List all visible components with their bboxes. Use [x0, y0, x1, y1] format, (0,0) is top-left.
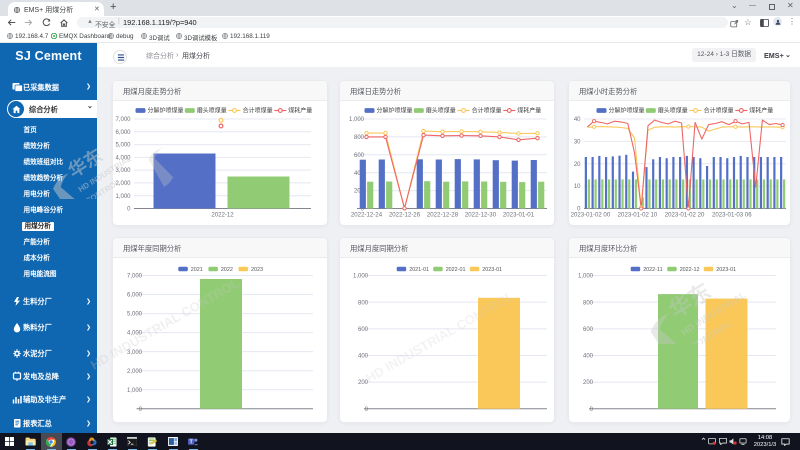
svg-text:5,000: 5,000 [127, 312, 143, 318]
svg-text:0: 0 [365, 407, 369, 413]
svg-text:合计喷煤量: 合计喷煤量 [704, 107, 734, 115]
svg-text:2023-01-02 00: 2023-01-02 00 [571, 212, 611, 219]
svg-text:2022-12: 2022-12 [211, 212, 234, 219]
svg-text:2023-01-02 10: 2023-01-02 10 [618, 212, 658, 219]
svg-text:600: 600 [583, 327, 594, 333]
svg-text:2022-12-26: 2022-12-26 [389, 212, 421, 219]
svg-text:2022-12: 2022-12 [680, 267, 700, 273]
svg-text:2022-12-30: 2022-12-30 [465, 212, 497, 219]
svg-text:800: 800 [358, 300, 369, 306]
svg-text:0: 0 [127, 207, 131, 213]
svg-text:2023: 2023 [251, 267, 263, 273]
svg-text:2023-01: 2023-01 [482, 267, 502, 273]
svg-text:800: 800 [354, 135, 365, 141]
svg-text:2,000: 2,000 [127, 369, 143, 375]
svg-text:7,000: 7,000 [127, 274, 143, 280]
svg-text:1,000: 1,000 [353, 274, 369, 280]
svg-text:2022-01: 2022-01 [446, 267, 466, 273]
svg-text:600: 600 [354, 153, 365, 159]
svg-text:3,000: 3,000 [115, 168, 131, 174]
svg-text:分解炉喷煤量: 分解炉喷煤量 [377, 107, 413, 115]
svg-text:6,000: 6,000 [127, 293, 143, 299]
svg-text:200: 200 [358, 380, 369, 386]
svg-text:6,000: 6,000 [115, 130, 131, 136]
svg-text:2023-01-01: 2023-01-01 [503, 212, 535, 219]
svg-text:0: 0 [139, 407, 143, 413]
svg-text:2022-12-28: 2022-12-28 [427, 212, 459, 219]
svg-text:1,000: 1,000 [349, 117, 365, 123]
svg-text:磨头喷煤量: 磨头喷煤量 [426, 107, 456, 115]
svg-text:2023-01-03 06: 2023-01-03 06 [712, 212, 752, 219]
svg-text:合计喷煤量: 合计喷煤量 [472, 107, 502, 115]
svg-text:30: 30 [574, 139, 581, 145]
svg-text:2022-11: 2022-11 [643, 267, 662, 273]
svg-text:分解炉喷煤量: 分解炉喷煤量 [609, 107, 645, 115]
svg-text:1,000: 1,000 [127, 388, 143, 394]
svg-text:3,000: 3,000 [127, 350, 143, 356]
svg-text:4,000: 4,000 [127, 331, 143, 337]
svg-text:合计喷煤量: 合计喷煤量 [243, 107, 273, 115]
svg-text:磨头喷煤量: 磨头喷煤量 [197, 107, 227, 115]
svg-text:2,000: 2,000 [115, 181, 131, 187]
svg-text:10: 10 [574, 184, 581, 190]
svg-text:煤耗产量: 煤耗产量 [749, 107, 773, 115]
svg-text:2021-01: 2021-01 [409, 267, 429, 273]
svg-text:2023-01: 2023-01 [716, 267, 736, 273]
svg-text:0: 0 [590, 407, 594, 413]
svg-text:2022-12-24: 2022-12-24 [351, 212, 383, 219]
svg-text:40: 40 [574, 117, 581, 123]
svg-text:400: 400 [583, 354, 594, 360]
svg-text:1,000: 1,000 [578, 274, 594, 280]
svg-text:5,000: 5,000 [115, 143, 131, 149]
svg-text:分解炉喷煤量: 分解炉喷煤量 [148, 107, 184, 115]
svg-text:2021: 2021 [191, 267, 203, 273]
svg-text:煤耗产量: 煤耗产量 [288, 107, 312, 115]
svg-text:2022: 2022 [221, 267, 233, 273]
svg-text:200: 200 [583, 380, 594, 386]
svg-text:T: T [190, 439, 193, 445]
svg-text:煤耗产量: 煤耗产量 [517, 107, 541, 115]
svg-text:600: 600 [358, 327, 369, 333]
svg-text:400: 400 [358, 354, 369, 360]
svg-text:20: 20 [574, 162, 581, 168]
svg-text:2023-01-02 20: 2023-01-02 20 [665, 212, 705, 219]
svg-text:1,000: 1,000 [115, 194, 131, 200]
svg-text:7,000: 7,000 [115, 117, 131, 123]
svg-text:磨头喷煤量: 磨头喷煤量 [658, 107, 688, 115]
svg-text:4,000: 4,000 [115, 155, 131, 161]
svg-text:800: 800 [583, 300, 594, 306]
